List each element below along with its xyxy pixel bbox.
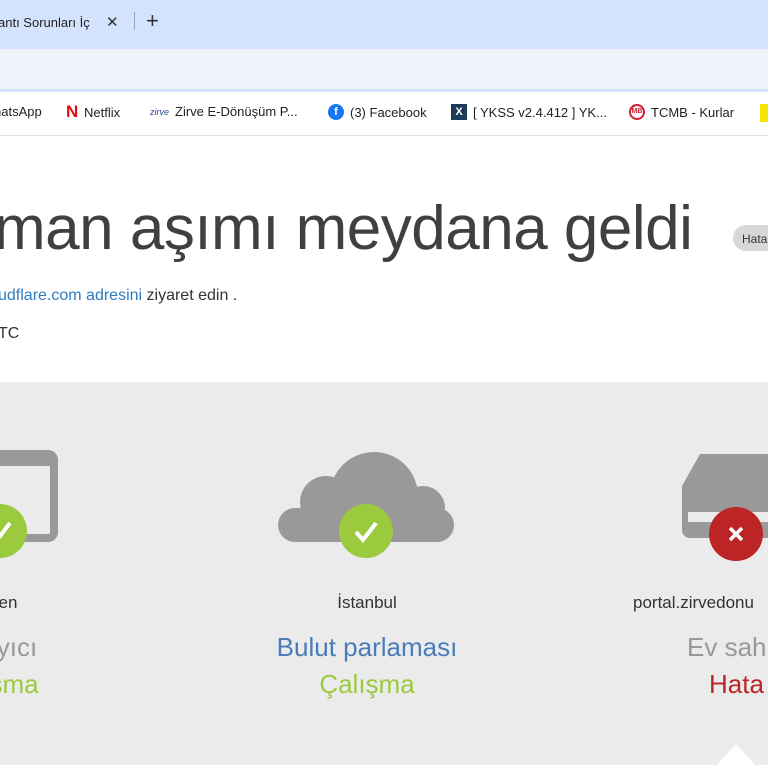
error-x-icon bbox=[709, 507, 763, 561]
node-status: şma bbox=[0, 669, 39, 699]
bookmarks-bar: hatsApp N Netflix zirve Zirve E-Dönüşüm P.… bbox=[0, 92, 768, 136]
node-role: Bulut parlaması bbox=[276, 632, 458, 662]
address-bar-area bbox=[0, 44, 768, 92]
bookmark-label: [ YKSS v2.4.412 ] YK... bbox=[473, 104, 607, 120]
status-diagram: en yıcı şma İstanbul Bulut parlaması Çal… bbox=[0, 382, 768, 775]
tab-active[interactable]: antı Sorunları İç ✕ bbox=[0, 8, 130, 44]
node-location: portal.zirvedonu bbox=[633, 593, 754, 612]
bookmark-whatsapp[interactable]: hatsApp bbox=[0, 104, 42, 119]
close-tab-icon[interactable]: ✕ bbox=[106, 13, 119, 31]
node-status: Hata bbox=[709, 669, 764, 699]
tab-strip: antı Sorunları İç ✕ + bbox=[0, 0, 768, 44]
tcmb-icon: MB bbox=[629, 104, 645, 120]
tab-divider bbox=[134, 12, 135, 30]
facebook-icon: f bbox=[328, 104, 344, 120]
new-tab-button[interactable]: + bbox=[146, 8, 159, 34]
check-icon bbox=[0, 504, 27, 558]
node-location: İstanbul bbox=[337, 593, 397, 612]
bookmark-ykss[interactable]: X [ YKSS v2.4.412 ] YK... bbox=[451, 104, 607, 120]
bookmark-zirve[interactable]: zirve Zirve E-Dönüşüm P... bbox=[150, 104, 298, 119]
bookmark-tcmb[interactable]: MB TCMB - Kurlar bbox=[629, 104, 734, 120]
page-title: man aşımı meydana geldi bbox=[0, 194, 693, 263]
node-status: Çalışma bbox=[319, 669, 415, 699]
error-header: man aşımı meydana geldi Hata udflare.com… bbox=[0, 137, 768, 382]
badge-text: Hata bbox=[742, 232, 768, 246]
bookmark-label: hatsApp bbox=[0, 104, 42, 119]
bookmark-facebook[interactable]: f (3) Facebook bbox=[328, 104, 427, 120]
zirve-icon: zirve bbox=[150, 106, 170, 117]
bookmark-label: Zirve E-Dönüşüm P... bbox=[175, 104, 298, 119]
bookmark-netflix[interactable]: N Netflix bbox=[66, 102, 121, 121]
bookmark-partial-icon[interactable] bbox=[760, 104, 768, 122]
bookmark-label: Netflix bbox=[84, 104, 121, 120]
error-code-badge: Hata bbox=[733, 225, 768, 251]
node-location: en bbox=[0, 593, 18, 612]
details-panel bbox=[0, 765, 768, 775]
bookmark-label: (3) Facebook bbox=[350, 104, 427, 120]
tab-title: antı Sorunları İç bbox=[0, 15, 90, 30]
address-bar[interactable] bbox=[0, 49, 768, 89]
ykss-icon: X bbox=[451, 104, 467, 120]
node-role: Ev sahi bbox=[687, 632, 768, 662]
node-role: yıcı bbox=[0, 632, 38, 662]
visit-suffix: ziyaret edin . bbox=[142, 287, 238, 304]
bookmark-label: TCMB - Kurlar bbox=[651, 104, 735, 120]
visit-text: udflare.com adresini ziyaret edin . bbox=[0, 287, 237, 305]
netflix-icon: N bbox=[66, 102, 79, 121]
cloudflare-link[interactable]: udflare.com adresini bbox=[0, 287, 142, 304]
check-icon bbox=[339, 504, 393, 558]
timestamp: TC bbox=[0, 325, 20, 342]
